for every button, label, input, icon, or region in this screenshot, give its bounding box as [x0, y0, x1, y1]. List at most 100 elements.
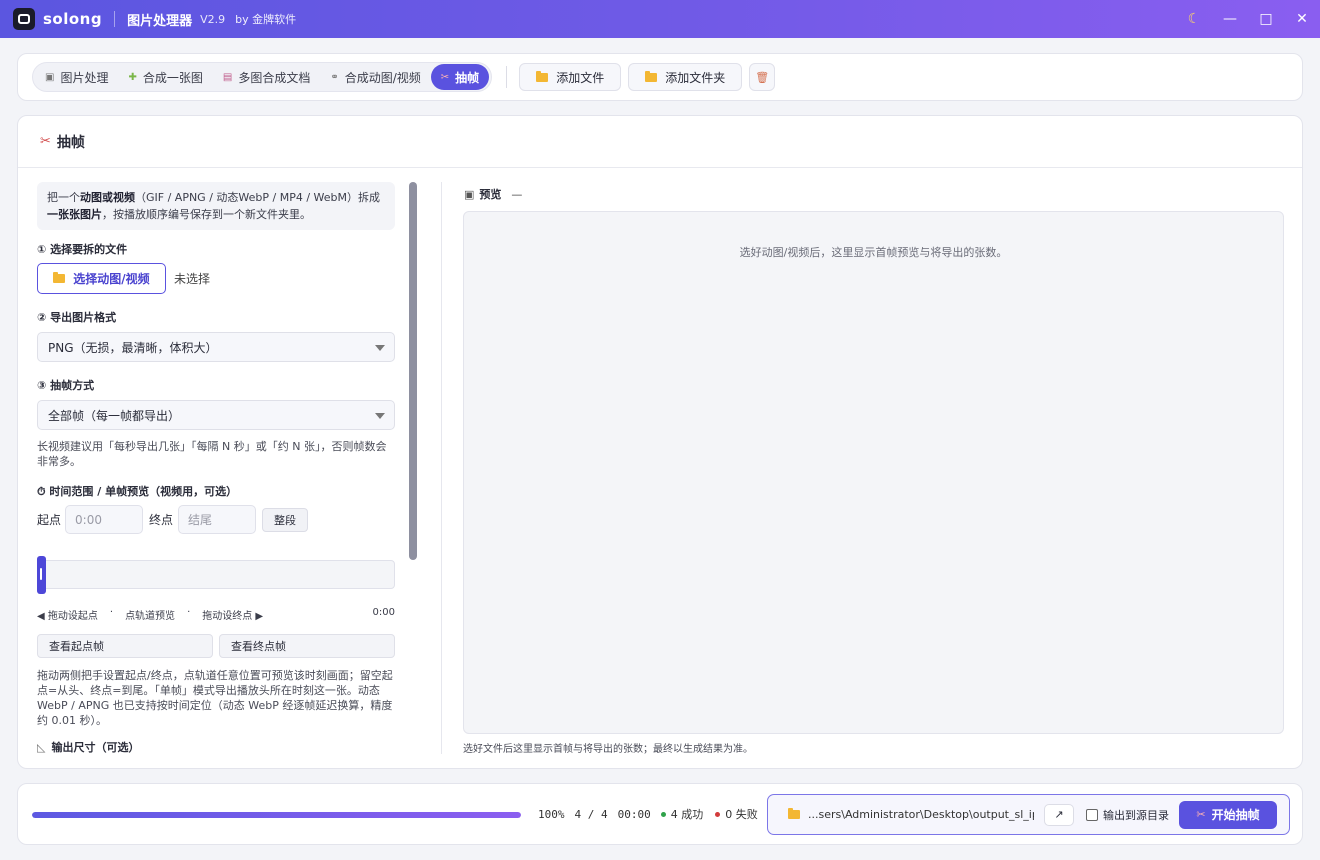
intro-text: 把一个 — [47, 191, 80, 204]
settings-pane: 把一个动图或视频（GIF / APNG / 动态WebP / MP4 / Web… — [37, 182, 397, 762]
add-file-button[interactable]: 添加文件 — [519, 63, 622, 91]
end-time-input[interactable]: 结尾 — [178, 505, 257, 534]
intro-text: （GIF / APNG / 动态WebP / MP4 / WebM）拆成 — [135, 191, 381, 204]
output-path[interactable]: ...sers\Administrator\Desktop\output_sl_… — [808, 808, 1034, 821]
end-placeholder: 结尾 — [188, 513, 213, 527]
whole-range-button[interactable]: 整段 — [262, 507, 309, 532]
chevron-down-icon — [375, 413, 385, 419]
folder-icon — [645, 70, 658, 82]
pick-file-button[interactable]: 选择动图/视频 — [37, 263, 166, 294]
format-select[interactable]: PNG（无损，最清晰，体积大） — [37, 332, 395, 362]
minimize-button[interactable]: — — [1212, 0, 1248, 38]
panel-header: ✂ 抽帧 — [18, 116, 1302, 168]
legend-dot: · — [187, 607, 191, 618]
puzzle-icon: ✚ — [128, 71, 137, 83]
checkbox-box[interactable] — [1086, 808, 1098, 821]
chevron-down-icon — [375, 345, 385, 351]
end-label: 终点 — [149, 513, 174, 527]
time-hint: 拖动两侧把手设置起点/终点，点轨道任意位置可预览该时刻画面；留空起点=从头、终点… — [37, 669, 393, 727]
success-label: 4 成功 — [670, 808, 704, 821]
title-divider — [114, 11, 116, 27]
image-icon: ▣ — [45, 71, 55, 83]
folder-icon — [53, 272, 66, 283]
app-name: 图片处理器 — [127, 13, 193, 29]
clear-trash-button[interactable]: 🗑 — [749, 63, 776, 91]
timeline-legend: ◀ 拖动设起点 · 点轨道预览 · 拖动设终点 ▶ 0:00 — [37, 607, 395, 622]
progress-stats: 100% 4 / 4 00:00 4 成功 0 失败 — [538, 806, 758, 822]
add-folder-label: 添加文件夹 — [665, 70, 726, 85]
app-byline: by 金牌软件 — [235, 13, 297, 26]
fail-count: 0 失败 — [715, 806, 758, 822]
tab-label: 多图合成文档 — [238, 70, 311, 85]
open-folder-button[interactable]: ↗ — [1044, 803, 1074, 826]
output-to-source-checkbox[interactable]: 输出到源目录 — [1086, 807, 1169, 823]
start-extract-label: 开始抽帧 — [1211, 808, 1260, 822]
view-start-frame-button[interactable]: 查看起点帧 — [37, 634, 213, 658]
add-folder-button[interactable]: 添加文件夹 — [628, 63, 743, 91]
tab-label: 合成动图/视频 — [344, 70, 421, 85]
preview-count: — — [511, 187, 523, 201]
trash-icon: 🗑 — [755, 70, 770, 84]
progress-count: 4 / 4 — [574, 807, 608, 821]
brand-name: solong — [43, 10, 103, 28]
legend-preview: 点轨道预览 — [125, 611, 176, 622]
view-end-frame-button[interactable]: 查看终点帧 — [219, 634, 395, 658]
output-size-label: 输出尺寸（可选） — [51, 741, 140, 754]
maximize-button[interactable]: □ — [1248, 0, 1284, 38]
title-bar: solong 图片处理器 V2.9 by 金牌软件 ☾ — □ ✕ — [0, 0, 1320, 38]
playhead-time: 0:00 — [372, 607, 395, 618]
format-value: PNG（无损，最清晰，体积大） — [48, 340, 218, 355]
toolbar: ▣ 图片处理 ✚ 合成一张图 ▤ 多图合成文档 ⚭ 合成动图/视频 ✂ 抽帧 添… — [17, 53, 1303, 101]
mode-tabs: ▣ 图片处理 ✚ 合成一张图 ▤ 多图合成文档 ⚭ 合成动图/视频 ✂ 抽帧 — [32, 62, 493, 92]
timeline-track[interactable] — [37, 556, 395, 594]
tab-label: 图片处理 — [60, 70, 109, 85]
progress-fill — [32, 812, 521, 818]
mode-hint: 长视频建议用「每秒导出几张」「每隔 N 秒」或「约 N 张」，否则帧数会非常多。 — [37, 440, 387, 468]
tab-animation-video[interactable]: ⚭ 合成动图/视频 — [320, 64, 430, 90]
start-placeholder: 0:00 — [75, 512, 102, 527]
pick-status: 未选择 — [174, 272, 211, 286]
intro-text: ，按播放顺序编号保存到一个新文件夹里。 — [102, 208, 311, 221]
folder-icon — [788, 808, 800, 819]
pane-divider — [441, 182, 442, 754]
status-bar: 100% 4 / 4 00:00 4 成功 0 失败 ...sers\Admin… — [17, 783, 1303, 845]
tab-extract-frames[interactable]: ✂ 抽帧 — [430, 64, 490, 90]
success-count: 4 成功 — [660, 806, 704, 822]
preview-area: 选好动图/视频后，这里显示首帧预览与将导出的张数。 — [463, 211, 1284, 734]
step3-label: ③ 抽帧方式 — [37, 379, 95, 392]
preview-placeholder: 选好动图/视频后，这里显示首帧预览与将导出的张数。 — [739, 246, 1008, 259]
start-label: 起点 — [37, 513, 62, 527]
tab-merge-one[interactable]: ✚ 合成一张图 — [118, 64, 212, 90]
start-handle[interactable] — [37, 556, 46, 594]
tab-label: 抽帧 — [455, 70, 480, 85]
intro-bold: 动图或视频 — [80, 191, 135, 204]
success-dot-icon — [660, 811, 666, 817]
preview-header: ▣ 预览 — — [464, 186, 522, 202]
tab-image-process[interactable]: ▣ 图片处理 — [35, 64, 118, 90]
scissors-icon: ✂ — [40, 134, 51, 149]
external-link-icon: ↗ — [1054, 808, 1064, 821]
settings-scrollbar[interactable] — [409, 182, 417, 560]
document-icon: ▤ — [222, 71, 233, 83]
pick-file-label: 选择动图/视频 — [73, 272, 150, 286]
checkbox-label: 输出到源目录 — [1103, 808, 1169, 822]
fail-dot-icon — [715, 811, 721, 817]
output-size-section[interactable]: ◺ 输出尺寸（可选） — [37, 739, 397, 755]
folder-icon — [536, 70, 549, 82]
start-extract-button[interactable]: ✂ 开始抽帧 — [1179, 800, 1277, 829]
theme-toggle-moon-icon[interactable]: ☾ — [1176, 0, 1212, 38]
progress-bar — [32, 812, 521, 818]
app-logo-icon — [13, 8, 35, 30]
preview-title: 预览 — [479, 188, 502, 201]
start-time-input[interactable]: 0:00 — [65, 505, 144, 534]
output-settings: ...sers\Administrator\Desktop\output_sl_… — [767, 794, 1290, 835]
time-range-label: ⏱ 时间范围 / 单帧预览（视频用，可选） — [37, 485, 238, 498]
mode-value: 全部帧（每一帧都导出） — [48, 408, 181, 423]
close-button[interactable]: ✕ — [1284, 0, 1320, 38]
fail-label: 0 失败 — [725, 808, 758, 821]
app-version: V2.9 — [200, 12, 226, 26]
tab-multi-doc[interactable]: ▤ 多图合成文档 — [213, 64, 320, 90]
panel-title: 抽帧 — [56, 134, 85, 151]
step1-label: ① 选择要拆的文件 — [37, 243, 128, 256]
mode-select[interactable]: 全部帧（每一帧都导出） — [37, 400, 395, 430]
